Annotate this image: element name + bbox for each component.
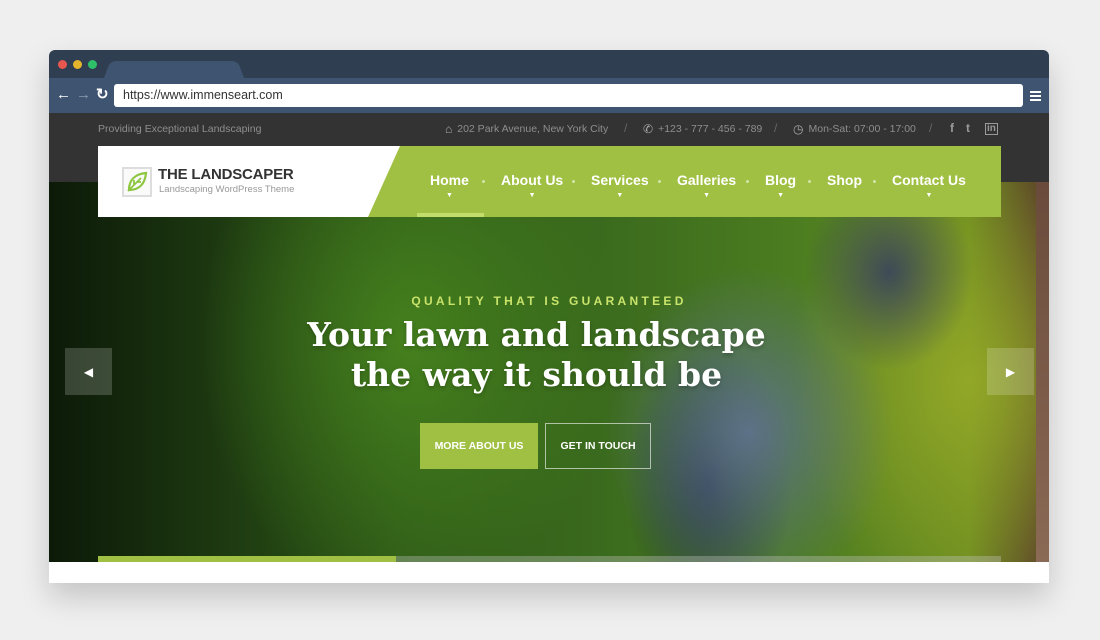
browser-toolbar: ← → ↻ https://www.immenseart.com	[49, 78, 1049, 113]
site-tagline: Providing Exceptional Landscaping	[98, 123, 262, 135]
address-text: 202 Park Avenue, New York City	[457, 123, 609, 135]
nav-label: Home	[430, 172, 469, 188]
nav-item-blog[interactable]: Blog ▼	[765, 172, 796, 199]
nav-label: About Us	[501, 172, 564, 188]
separator: /	[774, 121, 778, 135]
address-info: ⌂ 202 Park Avenue, New York City	[445, 122, 608, 136]
site-header: THE LANDSCAPER Landscaping WordPress The…	[98, 146, 1001, 217]
chevron-down-icon: ▼	[925, 192, 933, 199]
chevron-down-icon: ▼	[777, 192, 785, 199]
logo-subtitle: Landscaping WordPress Theme	[159, 184, 295, 195]
home-icon: ⌂	[445, 122, 453, 136]
reload-icon[interactable]: ↻	[96, 86, 109, 104]
nav-label: Galleries	[677, 172, 737, 188]
chevron-down-icon: ▼	[528, 192, 536, 199]
maximize-window-button[interactable]	[88, 60, 97, 69]
clock-icon: ◷	[793, 122, 804, 136]
nav-divider-dot	[873, 180, 876, 183]
back-arrow-icon[interactable]: ←	[56, 86, 71, 104]
forward-arrow-icon[interactable]: →	[76, 86, 91, 104]
nav-item-galleries[interactable]: Galleries ▼	[677, 172, 736, 199]
linkedin-icon[interactable]: in	[985, 123, 998, 135]
nav-item-contact-us[interactable]: Contact Us ▼	[892, 172, 966, 199]
nav-label: Services	[591, 172, 649, 188]
hamburger-menu-icon[interactable]	[1030, 91, 1041, 101]
nav-item-shop[interactable]: Shop	[827, 172, 862, 188]
nav-label: Contact Us	[892, 172, 966, 188]
nav-divider-dot	[746, 180, 749, 183]
logo-title: THE LANDSCAPER	[158, 166, 294, 183]
get-in-touch-button[interactable]: GET IN TOUCH	[545, 423, 651, 469]
facebook-icon[interactable]: f	[950, 121, 954, 135]
chevron-down-icon: ▼	[616, 192, 624, 199]
browser-titlebar	[49, 50, 1049, 78]
hero-eyebrow: QUALITY THAT IS GUARANTEED	[411, 294, 687, 308]
hours-text: Mon-Sat: 07:00 - 17:00	[808, 123, 916, 135]
next-slide-peek	[1036, 182, 1049, 562]
leaf-icon	[122, 167, 152, 197]
nav-item-home[interactable]: Home ▼	[430, 172, 469, 199]
website-page: Providing Exceptional Landscaping ⌂ 202 …	[49, 113, 1049, 583]
browser-window: ← → ↻ https://www.immenseart.com Providi…	[49, 50, 1049, 583]
nav-label: Blog	[765, 172, 797, 188]
hero-slider: ◀ ▶ QUALITY THAT IS GUARANTEED Your lawn…	[49, 182, 1049, 562]
phone-text: +123 - 777 - 456 - 789	[658, 123, 763, 135]
nav-divider-dot	[808, 180, 811, 183]
more-about-us-button[interactable]: MORE ABOUT US	[420, 423, 538, 469]
minimize-window-button[interactable]	[73, 60, 82, 69]
close-window-button[interactable]	[58, 60, 67, 69]
phone-icon: ✆	[643, 122, 654, 136]
page-below-fold	[49, 562, 1049, 583]
chevron-down-icon: ▼	[703, 192, 711, 199]
hours-info: ◷ Mon-Sat: 07:00 - 17:00	[793, 122, 916, 136]
separator: /	[624, 121, 628, 135]
headline-line-1: Your lawn and landscape	[307, 315, 766, 354]
phone-info: ✆ +123 - 777 - 456 - 789	[643, 122, 762, 136]
twitter-icon[interactable]: t	[966, 121, 970, 135]
main-navigation: Home ▼ About Us ▼ Services ▼ Galleries ▼ Blo…	[368, 146, 1001, 217]
active-nav-indicator	[417, 213, 484, 217]
nav-divider-dot	[572, 180, 575, 183]
headline-line-2: the way it should be	[350, 355, 723, 394]
nav-divider-dot	[658, 180, 661, 183]
browser-tab[interactable]	[104, 61, 244, 78]
nav-item-about-us[interactable]: About Us ▼	[501, 172, 563, 199]
nav-divider-dot	[482, 180, 485, 183]
address-bar[interactable]: https://www.immenseart.com	[114, 84, 1023, 107]
nav-label: Shop	[827, 172, 862, 188]
separator: /	[929, 121, 933, 135]
hero-headline: Your lawn and landscape the way it shoul…	[49, 315, 1024, 395]
nav-item-services[interactable]: Services ▼	[591, 172, 649, 199]
chevron-down-icon: ▼	[445, 192, 453, 199]
logo[interactable]: THE LANDSCAPER Landscaping WordPress The…	[98, 146, 408, 217]
